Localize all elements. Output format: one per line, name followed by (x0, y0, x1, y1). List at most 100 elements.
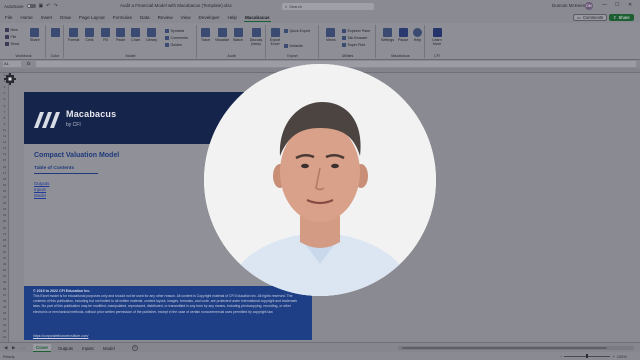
watch-button[interactable]: Watch (233, 28, 243, 42)
comments-button[interactable]: ▭ Comments (573, 14, 608, 21)
zoom-slider-thumb[interactable] (586, 353, 588, 359)
row-number[interactable]: 19 (0, 183, 9, 187)
row-number[interactable]: 21 (0, 195, 9, 199)
share-button[interactable]: ⇪ Share (609, 14, 634, 21)
tab-data[interactable]: Data (139, 14, 151, 21)
visualize-button[interactable]: Visualize (215, 28, 229, 42)
zoom-level[interactable]: 100% (617, 354, 627, 359)
row-number[interactable]: 42 (0, 323, 9, 327)
explorer-pane-button[interactable]: Explorer Pane (342, 29, 370, 33)
discuss-button[interactable]: Discuss (beta) (248, 28, 264, 46)
row-number[interactable]: 7 (0, 110, 9, 114)
row-number[interactable]: 8 (0, 116, 9, 120)
settings-button[interactable]: Settings (381, 28, 394, 42)
row-number[interactable]: 4 (0, 91, 9, 95)
user-name[interactable]: Duncan McKeen (552, 3, 585, 8)
row-number[interactable]: 16 (0, 165, 9, 169)
undo-icon[interactable]: ↶ (46, 3, 50, 9)
fill-button[interactable]: Fill (101, 28, 110, 42)
tab-browser-button[interactable]: Tab Browser (342, 36, 367, 40)
row-number[interactable]: 37 (0, 293, 9, 297)
tab-review[interactable]: Review (157, 14, 174, 21)
row-number[interactable]: 12 (0, 140, 9, 144)
fx-icon[interactable]: fx (27, 61, 31, 66)
more-sheets-icon[interactable]: … (21, 345, 26, 350)
library-button[interactable]: Library (146, 28, 157, 42)
cells-button[interactable]: Cells (85, 28, 94, 42)
tab-help[interactable]: Help (226, 14, 237, 21)
footer-url-link[interactable]: https://corporatefinanceinstitute.com/ (33, 334, 88, 338)
row-number[interactable]: 40 (0, 311, 9, 315)
avatar[interactable]: DM (585, 2, 593, 10)
row-number[interactable]: 17 (0, 171, 9, 175)
defaults-button[interactable]: Defaults (284, 44, 303, 48)
tab-file[interactable]: File (4, 14, 13, 21)
row-number[interactable]: 22 (0, 201, 9, 205)
row-number[interactable]: 23 (0, 207, 9, 211)
super-find-button[interactable]: Super Find (342, 43, 365, 47)
send-button[interactable]: Send (5, 42, 19, 46)
name-box[interactable]: A1 (3, 61, 21, 67)
close-icon[interactable]: ✕ (628, 2, 632, 8)
row-number[interactable]: 28 (0, 238, 9, 242)
share-ribbon-button[interactable]: Share (30, 28, 40, 42)
search-input[interactable]: ⌕ Search (282, 2, 374, 10)
row-number[interactable]: 34 (0, 274, 9, 278)
format-button[interactable]: Format (68, 28, 79, 42)
symbols-button[interactable]: Symbols (165, 29, 184, 33)
row-number[interactable]: 10 (0, 128, 9, 132)
comments-ribbon-button[interactable]: Comments (165, 36, 188, 40)
tab-draw[interactable]: Draw (59, 14, 72, 21)
guides-button[interactable]: Guides (165, 43, 182, 47)
row-number[interactable]: 27 (0, 232, 9, 236)
trace-button[interactable]: Trace (201, 28, 210, 42)
horizontal-scrollbar[interactable] (398, 346, 634, 350)
row-number[interactable]: 30 (0, 250, 9, 254)
row-number[interactable]: 41 (0, 317, 9, 321)
tab-home[interactable]: Home (19, 14, 33, 21)
quick-export-button[interactable]: Quick Export (284, 29, 310, 33)
row-number[interactable]: 38 (0, 299, 9, 303)
row-number[interactable]: 26 (0, 226, 9, 230)
row-number[interactable]: 35 (0, 280, 9, 284)
row-number[interactable]: 36 (0, 287, 9, 291)
row-number[interactable]: 25 (0, 219, 9, 223)
pause-button[interactable]: Pause (398, 28, 408, 42)
chart-button[interactable]: Chart (131, 28, 140, 42)
row-number[interactable]: 44 (0, 335, 9, 339)
tab-formulas[interactable]: Formulas (112, 14, 133, 21)
row-number[interactable]: 39 (0, 305, 9, 309)
prev-sheet-icon[interactable]: ◀ (4, 345, 7, 351)
zoom-in-icon[interactable]: + (612, 354, 614, 359)
sheet-tab-outputs[interactable]: Outputs (55, 344, 76, 352)
row-number[interactable]: 20 (0, 189, 9, 193)
row-number[interactable]: 13 (0, 146, 9, 150)
row-number[interactable]: 15 (0, 158, 9, 162)
maximize-icon[interactable]: ☐ (615, 2, 619, 8)
views-button[interactable]: Views (326, 28, 336, 42)
row-number[interactable]: 24 (0, 213, 9, 217)
save-icon[interactable]: ▣ (39, 3, 44, 9)
add-sheet-icon[interactable]: + (132, 344, 138, 351)
help-button[interactable]: Help (413, 28, 422, 42)
row-number[interactable]: 14 (0, 152, 9, 156)
row-number[interactable]: 43 (0, 329, 9, 333)
row-number[interactable]: 18 (0, 177, 9, 181)
next-sheet-icon[interactable]: ▶ (12, 345, 15, 351)
scrollbar-thumb[interactable] (402, 346, 607, 349)
toc-link-outputs[interactable]: Outputs (34, 181, 49, 186)
row-number[interactable]: 31 (0, 256, 9, 260)
row-number[interactable]: 5 (0, 97, 9, 101)
sheet-tab-inputs[interactable]: Inputs (79, 344, 97, 352)
sheet-tab-model[interactable]: Model (100, 344, 118, 352)
file-button[interactable]: File (5, 35, 16, 39)
row-number[interactable]: 9 (0, 122, 9, 126)
minimize-icon[interactable]: — (602, 2, 607, 8)
tab-page-layout[interactable]: Page Layout (78, 14, 106, 21)
row-number[interactable]: 3 (0, 85, 9, 89)
zoom-slider[interactable] (564, 353, 611, 359)
row-number[interactable]: 6 (0, 104, 9, 108)
tab-view[interactable]: View (180, 14, 192, 21)
learn-more-button[interactable]: Learn More (430, 28, 444, 46)
toc-link-model[interactable]: Model (34, 193, 46, 198)
